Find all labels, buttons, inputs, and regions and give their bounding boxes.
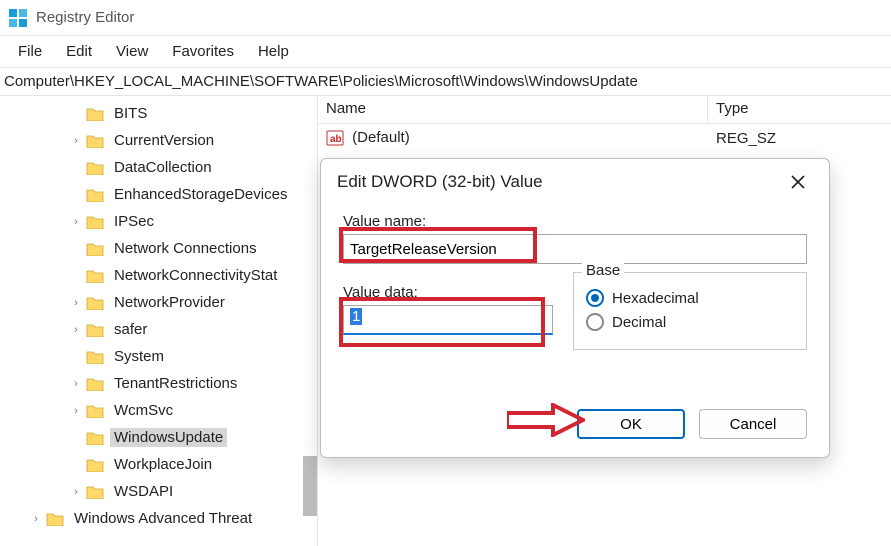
folder-icon <box>86 188 104 202</box>
menu-edit[interactable]: Edit <box>54 39 104 64</box>
list-cell-name: (Default) <box>352 129 410 146</box>
column-type[interactable]: Type <box>708 96 891 123</box>
tree-item-currentversion[interactable]: › CurrentVersion <box>0 127 317 154</box>
tree-item-wcmsvc[interactable]: › WcmSvc <box>0 397 317 424</box>
tree-item-system[interactable]: System <box>0 343 317 370</box>
list-header: Name Type <box>318 96 891 124</box>
tree-item-networkconnectivitystat[interactable]: NetworkConnectivityStat <box>0 262 317 289</box>
registry-editor-window: Registry Editor File Edit View Favorites… <box>0 0 891 546</box>
title-bar: Registry Editor <box>0 0 891 36</box>
folder-icon <box>86 107 104 121</box>
radio-dec-label: Decimal <box>612 314 666 331</box>
cancel-button[interactable]: Cancel <box>699 409 807 439</box>
tree-pane: BITS › CurrentVersion DataCollection Enha… <box>0 96 318 546</box>
regedit-icon <box>8 8 28 28</box>
tree-item-windowsupdate[interactable]: WindowsUpdate <box>0 424 317 451</box>
value-data-label: Value data: <box>343 284 553 301</box>
folder-icon <box>86 431 104 445</box>
column-name[interactable]: Name <box>318 96 708 123</box>
list-row[interactable]: ab (Default) REG_SZ <box>318 124 891 152</box>
edit-dword-dialog: Edit DWORD (32-bit) Value Value name: Va… <box>320 158 830 458</box>
tree-item-label: NetworkProvider <box>114 294 225 311</box>
value-name-input[interactable] <box>343 234 807 264</box>
tree-item-tenantrestrictions[interactable]: › TenantRestrictions <box>0 370 317 397</box>
folder-icon <box>86 134 104 148</box>
folder-icon <box>86 215 104 229</box>
folder-icon <box>86 485 104 499</box>
tree-item-label: WorkplaceJoin <box>114 456 212 473</box>
string-value-icon: ab <box>326 129 344 147</box>
tree-item-windows-advanced-threat[interactable]: › Windows Advanced Threat <box>0 505 317 532</box>
tree-item-enhancedstoragedevices[interactable]: EnhancedStorageDevices <box>0 181 317 208</box>
chevron-right-icon[interactable]: › <box>68 376 84 392</box>
tree-item-label: DataCollection <box>114 159 212 176</box>
folder-icon <box>86 242 104 256</box>
chevron-right-icon[interactable]: › <box>68 133 84 149</box>
dialog-title: Edit DWORD (32-bit) Value <box>337 172 783 192</box>
radio-hexadecimal[interactable]: Hexadecimal <box>586 289 794 307</box>
folder-icon <box>86 161 104 175</box>
menu-bar: File Edit View Favorites Help <box>0 36 891 68</box>
folder-icon <box>86 296 104 310</box>
tree-item-label: safer <box>114 321 147 338</box>
radio-icon <box>586 289 604 307</box>
chevron-right-icon[interactable]: › <box>68 214 84 230</box>
folder-icon <box>86 404 104 418</box>
value-data-input[interactable]: 1 <box>343 305 553 335</box>
tree-item-workplacejoin[interactable]: WorkplaceJoin <box>0 451 317 478</box>
menu-favorites[interactable]: Favorites <box>160 39 246 64</box>
close-icon <box>791 175 805 189</box>
tree-item-bits[interactable]: BITS <box>0 100 317 127</box>
window-title: Registry Editor <box>36 9 134 26</box>
tree-scrollbar[interactable] <box>303 456 317 516</box>
tree-item-label: Windows Advanced Threat <box>74 510 252 527</box>
tree-item-safer[interactable]: › safer <box>0 316 317 343</box>
radio-hex-label: Hexadecimal <box>612 290 699 307</box>
menu-file[interactable]: File <box>6 39 54 64</box>
folder-icon <box>86 350 104 364</box>
radio-icon <box>586 313 604 331</box>
chevron-right-icon[interactable]: › <box>68 403 84 419</box>
folder-icon <box>46 512 64 526</box>
folder-icon <box>86 458 104 472</box>
dialog-title-bar: Edit DWORD (32-bit) Value <box>321 159 829 205</box>
chevron-right-icon[interactable]: › <box>68 484 84 500</box>
base-legend: Base <box>582 262 624 279</box>
tree-item-label: EnhancedStorageDevices <box>114 186 287 203</box>
chevron-right-icon[interactable]: › <box>28 511 44 527</box>
tree-item-network-connections[interactable]: Network Connections <box>0 235 317 262</box>
chevron-right-icon[interactable]: › <box>68 322 84 338</box>
tree-item-label: System <box>114 348 164 365</box>
list-cell-type: REG_SZ <box>708 128 891 149</box>
menu-view[interactable]: View <box>104 39 160 64</box>
tree-item-label: BITS <box>114 105 147 122</box>
folder-icon <box>86 269 104 283</box>
dialog-close-button[interactable] <box>783 167 813 197</box>
tree-item-networkprovider[interactable]: › NetworkProvider <box>0 289 317 316</box>
tree-item-label: WcmSvc <box>114 402 173 419</box>
tree-item-wsdapi[interactable]: › WSDAPI <box>0 478 317 505</box>
tree-item-ipsec[interactable]: › IPSec <box>0 208 317 235</box>
radio-decimal[interactable]: Decimal <box>586 313 794 331</box>
tree-item-datacollection[interactable]: DataCollection <box>0 154 317 181</box>
address-bar[interactable]: Computer\HKEY_LOCAL_MACHINE\SOFTWARE\Pol… <box>0 68 891 96</box>
folder-icon <box>86 323 104 337</box>
value-name-label: Value name: <box>343 213 807 230</box>
base-group: Base Hexadecimal Decimal <box>573 272 807 350</box>
tree-item-label: CurrentVersion <box>114 132 214 149</box>
ok-button[interactable]: OK <box>577 409 685 439</box>
chevron-right-icon[interactable]: › <box>68 295 84 311</box>
tree-item-label: NetworkConnectivityStat <box>114 267 277 284</box>
address-text: Computer\HKEY_LOCAL_MACHINE\SOFTWARE\Pol… <box>4 73 638 90</box>
folder-icon <box>86 377 104 391</box>
tree-item-label: WSDAPI <box>114 483 173 500</box>
tree-item-label: Network Connections <box>114 240 257 257</box>
tree-item-label: IPSec <box>114 213 154 230</box>
tree-item-label: WindowsUpdate <box>114 429 223 446</box>
menu-help[interactable]: Help <box>246 39 301 64</box>
tree-item-label: TenantRestrictions <box>114 375 237 392</box>
value-data-text: 1 <box>350 308 362 325</box>
svg-text:ab: ab <box>330 134 342 145</box>
